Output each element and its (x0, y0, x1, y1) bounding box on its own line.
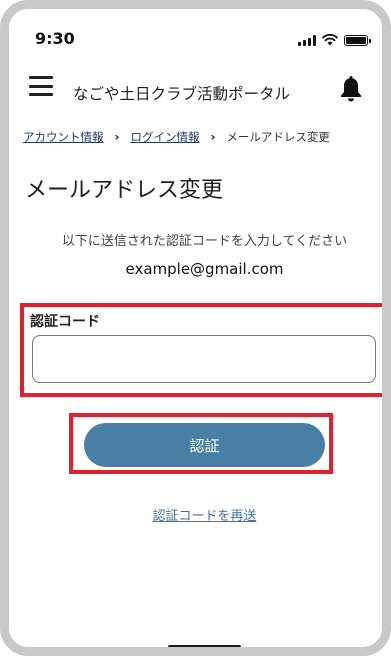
breadcrumb-account-info[interactable]: アカウント情報 (23, 129, 104, 145)
status-icons (298, 34, 371, 46)
breadcrumb-login-info[interactable]: ログイン情報 (130, 129, 199, 145)
code-field-label: 認証コード (30, 314, 100, 330)
chevron-right-icon: › (210, 130, 216, 144)
verify-button[interactable]: 認証 (84, 423, 325, 467)
wifi-icon (322, 34, 338, 46)
menu-icon[interactable] (29, 76, 53, 96)
page-title: メールアドレス変更 (25, 178, 224, 203)
bell-icon[interactable] (339, 74, 363, 104)
verification-code-input[interactable] (32, 335, 376, 383)
app-title: なごや土日クラブ活動ポータル (73, 85, 291, 103)
status-time: 9:30 (35, 29, 75, 48)
resend-code-container: 認証コードを再送 (9, 505, 382, 524)
home-indicator[interactable] (168, 645, 241, 647)
resend-code-link[interactable]: 認証コードを再送 (152, 509, 256, 524)
instruction-text: 以下に送信された認証コードを入力してください (61, 234, 348, 249)
email-address: example@gmail.com (125, 260, 284, 278)
breadcrumb-current: メールアドレス変更 (226, 130, 330, 144)
signal-icon (298, 34, 316, 46)
chevron-right-icon: › (114, 130, 120, 144)
breadcrumb: アカウント情報 › ログイン情報 › メールアドレス変更 (23, 129, 330, 145)
battery-icon (344, 34, 371, 46)
phone-frame: 9:30 なごや土日クラブ活動ポータル アカウント情報 › ログイン情報 › メ… (0, 0, 391, 656)
